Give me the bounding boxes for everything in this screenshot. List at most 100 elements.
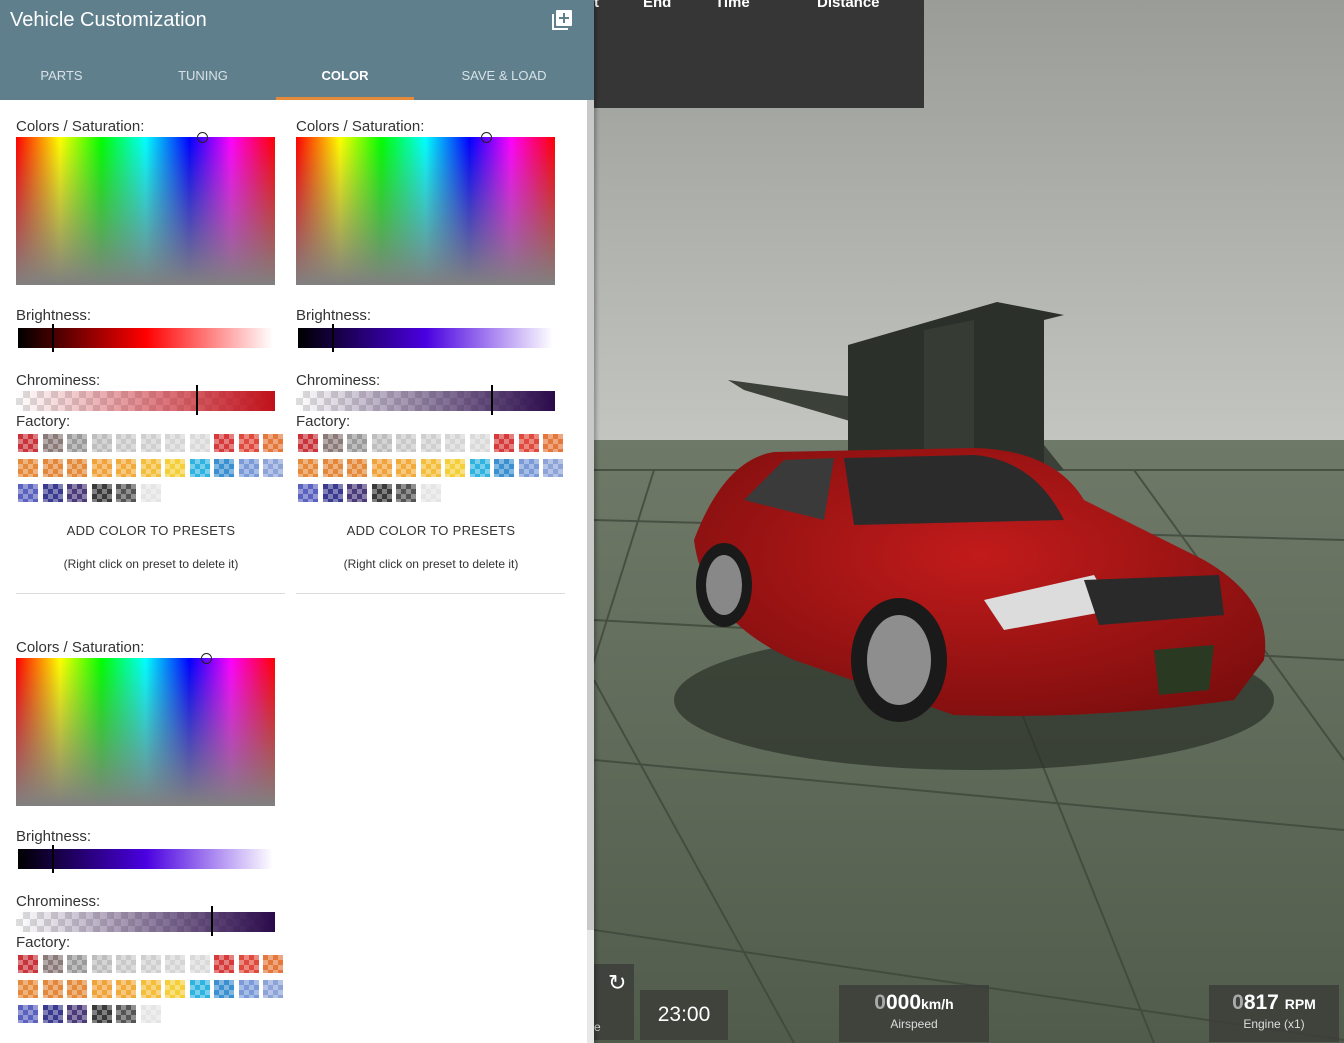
factory-color-swatch[interactable] xyxy=(91,459,112,477)
factory-color-swatch[interactable] xyxy=(543,459,563,477)
add-window-icon[interactable] xyxy=(552,10,572,30)
factory-color-swatch[interactable] xyxy=(116,955,136,973)
factory-color-swatch[interactable] xyxy=(91,434,112,452)
factory-color-swatch[interactable] xyxy=(116,1005,136,1023)
factory-color-swatch[interactable] xyxy=(238,434,259,452)
factory-color-swatch[interactable] xyxy=(322,484,343,502)
factory-color-swatch[interactable] xyxy=(420,459,441,477)
factory-color-swatch[interactable] xyxy=(67,1005,87,1023)
factory-color-swatch[interactable] xyxy=(18,955,38,973)
panel-scrollbar[interactable] xyxy=(587,100,594,1043)
factory-color-swatch[interactable] xyxy=(238,955,259,973)
factory-color-swatch[interactable] xyxy=(494,434,514,452)
brightness-slider[interactable] xyxy=(18,845,273,873)
factory-color-swatch[interactable] xyxy=(18,434,38,452)
factory-color-swatch[interactable] xyxy=(42,484,63,502)
factory-color-swatch[interactable] xyxy=(469,434,490,452)
factory-color-swatch[interactable] xyxy=(494,459,514,477)
factory-color-swatch[interactable] xyxy=(116,459,136,477)
factory-color-swatch[interactable] xyxy=(67,434,87,452)
saturation-field[interactable] xyxy=(16,653,275,806)
factory-color-swatch[interactable] xyxy=(347,484,367,502)
factory-color-swatch[interactable] xyxy=(371,459,392,477)
brightness-marker[interactable] xyxy=(332,324,334,352)
chrominess-slider[interactable] xyxy=(296,385,555,415)
factory-color-swatch[interactable] xyxy=(42,459,63,477)
saturation-field[interactable] xyxy=(296,132,555,285)
chrominess-marker[interactable] xyxy=(491,385,493,415)
factory-color-swatch[interactable] xyxy=(116,434,136,452)
factory-color-swatch[interactable] xyxy=(263,955,283,973)
factory-color-swatch[interactable] xyxy=(116,484,136,502)
brightness-slider[interactable] xyxy=(18,324,273,352)
saturation-handle[interactable] xyxy=(481,132,492,143)
factory-color-swatch[interactable] xyxy=(189,459,210,477)
factory-color-swatch[interactable] xyxy=(445,434,465,452)
factory-color-swatch[interactable] xyxy=(214,434,234,452)
factory-color-swatch[interactable] xyxy=(18,459,38,477)
factory-color-swatch[interactable] xyxy=(91,955,112,973)
factory-color-swatch[interactable] xyxy=(165,459,185,477)
factory-color-swatch[interactable] xyxy=(298,484,318,502)
factory-color-swatch[interactable] xyxy=(238,980,259,998)
factory-color-swatch[interactable] xyxy=(396,434,416,452)
factory-color-swatch[interactable] xyxy=(518,459,539,477)
factory-color-swatch[interactable] xyxy=(214,955,234,973)
factory-color-swatch[interactable] xyxy=(18,484,38,502)
factory-color-swatch[interactable] xyxy=(116,980,136,998)
factory-color-swatch[interactable] xyxy=(140,955,161,973)
factory-color-swatch[interactable] xyxy=(91,484,112,502)
brightness-marker[interactable] xyxy=(52,845,54,873)
add-color-to-presets-button[interactable]: ADD COLOR TO PRESETS xyxy=(296,523,566,538)
factory-color-swatch[interactable] xyxy=(165,434,185,452)
factory-color-swatch[interactable] xyxy=(371,434,392,452)
factory-color-swatch[interactable] xyxy=(42,955,63,973)
factory-color-swatch[interactable] xyxy=(67,484,87,502)
factory-color-swatch[interactable] xyxy=(165,980,185,998)
factory-color-swatch[interactable] xyxy=(347,459,367,477)
factory-color-swatch[interactable] xyxy=(469,459,490,477)
factory-color-swatch[interactable] xyxy=(18,1005,38,1023)
factory-color-swatch[interactable] xyxy=(396,484,416,502)
factory-color-swatch[interactable] xyxy=(91,1005,112,1023)
factory-color-swatch[interactable] xyxy=(322,434,343,452)
chrominess-marker[interactable] xyxy=(196,385,198,415)
factory-color-swatch[interactable] xyxy=(347,434,367,452)
factory-color-swatch[interactable] xyxy=(165,955,185,973)
factory-color-swatch[interactable] xyxy=(42,434,63,452)
factory-color-swatch[interactable] xyxy=(67,955,87,973)
chrominess-marker[interactable] xyxy=(211,906,213,936)
factory-color-swatch[interactable] xyxy=(263,980,283,998)
factory-color-swatch[interactable] xyxy=(214,980,234,998)
saturation-field[interactable] xyxy=(16,132,275,285)
factory-color-swatch[interactable] xyxy=(420,434,441,452)
factory-color-swatch[interactable] xyxy=(445,459,465,477)
add-color-to-presets-button[interactable]: ADD COLOR TO PRESETS xyxy=(16,523,286,538)
factory-color-swatch[interactable] xyxy=(543,434,563,452)
factory-color-swatch[interactable] xyxy=(91,980,112,998)
factory-color-swatch[interactable] xyxy=(214,459,234,477)
factory-color-swatch[interactable] xyxy=(298,434,318,452)
factory-color-swatch[interactable] xyxy=(298,459,318,477)
tab-parts[interactable]: PARTS xyxy=(0,60,123,100)
tab-color[interactable]: COLOR xyxy=(276,60,414,100)
brightness-marker[interactable] xyxy=(52,324,54,352)
factory-color-swatch[interactable] xyxy=(322,459,343,477)
factory-color-swatch[interactable] xyxy=(518,434,539,452)
scrollbar-thumb[interactable] xyxy=(587,100,594,930)
factory-color-swatch[interactable] xyxy=(42,1005,63,1023)
factory-color-swatch[interactable] xyxy=(396,459,416,477)
tab-tuning[interactable]: TUNING xyxy=(143,60,263,100)
saturation-handle[interactable] xyxy=(197,132,208,143)
factory-color-swatch[interactable] xyxy=(140,980,161,998)
factory-color-swatch[interactable] xyxy=(371,484,392,502)
brightness-slider[interactable] xyxy=(298,324,553,352)
factory-color-swatch[interactable] xyxy=(67,980,87,998)
saturation-handle[interactable] xyxy=(201,653,212,664)
factory-color-swatch[interactable] xyxy=(263,434,283,452)
reset-button[interactable]: ↻ e xyxy=(594,964,634,1040)
chrominess-slider[interactable] xyxy=(16,385,275,415)
factory-color-swatch[interactable] xyxy=(42,980,63,998)
factory-color-swatch[interactable] xyxy=(140,434,161,452)
factory-color-swatch[interactable] xyxy=(189,955,210,973)
